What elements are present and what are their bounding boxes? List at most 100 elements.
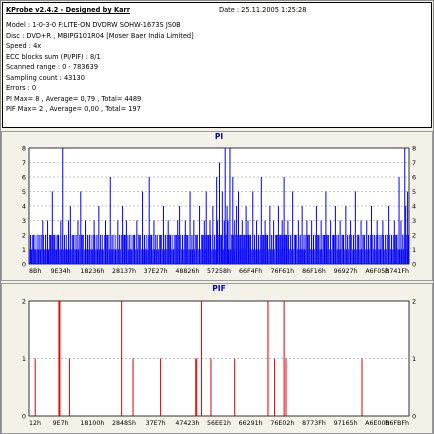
- data-bar: [214, 235, 216, 264]
- data-bar-baseline: [387, 235, 388, 264]
- data-bar-baseline: [261, 235, 263, 264]
- x-tick-label: 12h: [29, 420, 41, 427]
- data-bar-baseline: [202, 235, 204, 264]
- y-tick-label-right: 4: [412, 203, 416, 211]
- data-bar: [167, 220, 169, 264]
- data-bar: [179, 206, 181, 264]
- data-bar: [60, 220, 62, 264]
- data-bar-baseline: [124, 235, 126, 264]
- data-bar-baseline: [58, 235, 60, 264]
- data-bar-baseline: [304, 249, 306, 264]
- data-bar: [292, 191, 294, 264]
- data-bar-baseline: [302, 249, 304, 264]
- data-bar: [48, 249, 49, 264]
- data-bar-baseline: [268, 249, 270, 264]
- data-bar: [200, 301, 202, 416]
- y-tick-label-right: 5: [412, 188, 416, 196]
- data-bar: [62, 148, 64, 264]
- info-scanned-range: Scanned range : 0 - 783639: [6, 63, 99, 71]
- data-bar: [271, 235, 273, 264]
- data-bar-baseline: [319, 249, 321, 264]
- data-bar-baseline: [152, 249, 154, 264]
- data-bar-baseline: [406, 235, 407, 264]
- x-tick-label: 37E27h: [144, 268, 168, 275]
- data-bar-baseline: [333, 235, 335, 264]
- data-bar-baseline: [38, 249, 40, 264]
- y-tick-label-left: 3: [22, 217, 26, 225]
- data-bar: [252, 191, 254, 264]
- data-bar-baseline: [362, 235, 364, 264]
- data-bar: [274, 358, 276, 416]
- data-bar-baseline: [137, 249, 139, 264]
- data-bar: [379, 235, 381, 264]
- data-bar-baseline: [161, 235, 162, 264]
- data-bar-baseline: [403, 249, 405, 264]
- data-bar: [281, 220, 283, 264]
- data-bar: [212, 206, 214, 264]
- data-bar-baseline: [174, 235, 176, 264]
- data-bar-baseline: [270, 249, 272, 264]
- data-bar-baseline: [244, 235, 246, 264]
- data-bar-baseline: [29, 249, 30, 264]
- data-bar: [393, 220, 395, 264]
- data-bar-baseline: [127, 249, 129, 264]
- data-bar-baseline: [288, 235, 290, 264]
- data-bar-baseline: [35, 235, 37, 264]
- info-panel: KProbe v2.4.2 - Designed by Karr Date : …: [2, 2, 432, 128]
- data-bar: [407, 191, 409, 264]
- data-bar: [279, 235, 281, 264]
- app-window: KProbe v2.4.2 - Designed by Karr Date : …: [0, 0, 434, 434]
- data-bar-baseline: [312, 249, 313, 264]
- data-bar-baseline: [392, 235, 394, 264]
- data-bar: [345, 206, 347, 264]
- data-bar: [354, 191, 356, 264]
- data-bar: [186, 235, 188, 264]
- data-bar: [59, 301, 61, 416]
- data-bar-baseline: [349, 235, 350, 264]
- data-bar: [371, 206, 372, 264]
- info-ecc-sum: ECC blocks sum (PI/PIF) : 8/1: [6, 52, 101, 61]
- data-bar: [408, 235, 410, 264]
- data-bar: [333, 235, 334, 264]
- data-bar-baseline: [46, 249, 47, 264]
- data-bar: [234, 220, 236, 264]
- data-bar: [51, 191, 53, 264]
- data-bar-baseline: [171, 249, 173, 264]
- data-bar: [136, 220, 138, 264]
- data-bar-baseline: [399, 249, 401, 264]
- data-bar: [256, 220, 258, 264]
- data-bar-baseline: [78, 249, 80, 264]
- data-bar: [223, 220, 225, 264]
- app-title: KProbe v2.4.2 - Designed by Karr: [6, 6, 131, 14]
- data-bar-baseline: [108, 249, 110, 264]
- data-bar-baseline: [67, 249, 68, 264]
- x-tick-label: 8773Fh: [302, 420, 326, 427]
- data-bar-baseline: [296, 249, 298, 264]
- data-bar-baseline: [389, 235, 390, 264]
- data-bar-baseline: [331, 249, 332, 264]
- data-bar-baseline: [369, 249, 370, 264]
- x-tick-label: 28485h: [112, 420, 136, 427]
- data-bar: [400, 220, 402, 264]
- data-bar-baseline: [99, 249, 101, 264]
- info-sampling-count: Sampling count : 43130: [6, 73, 85, 82]
- info-pi-stats: PI Max= 8 , Average= 0,79 , Total= 4489: [6, 94, 142, 103]
- data-bar-baseline: [225, 235, 227, 264]
- data-bar: [203, 220, 205, 264]
- data-bar-baseline: [105, 235, 107, 264]
- data-bar-baseline: [95, 249, 97, 264]
- data-bar-baseline: [237, 235, 238, 264]
- data-bar-baseline: [300, 249, 302, 264]
- data-bar: [106, 235, 108, 264]
- data-bar: [69, 206, 71, 264]
- x-tick-label: 18100h: [80, 420, 104, 427]
- data-bar: [405, 206, 407, 264]
- data-bar-baseline: [348, 249, 349, 264]
- data-bar: [262, 235, 264, 264]
- data-bar-baseline: [151, 235, 153, 264]
- data-bar-baseline: [74, 249, 76, 264]
- y-tick-label-right: 2: [412, 232, 416, 240]
- x-tick-label: 9E7h: [53, 420, 69, 427]
- data-bar: [88, 235, 90, 264]
- y-tick-label-left: 2: [22, 232, 26, 240]
